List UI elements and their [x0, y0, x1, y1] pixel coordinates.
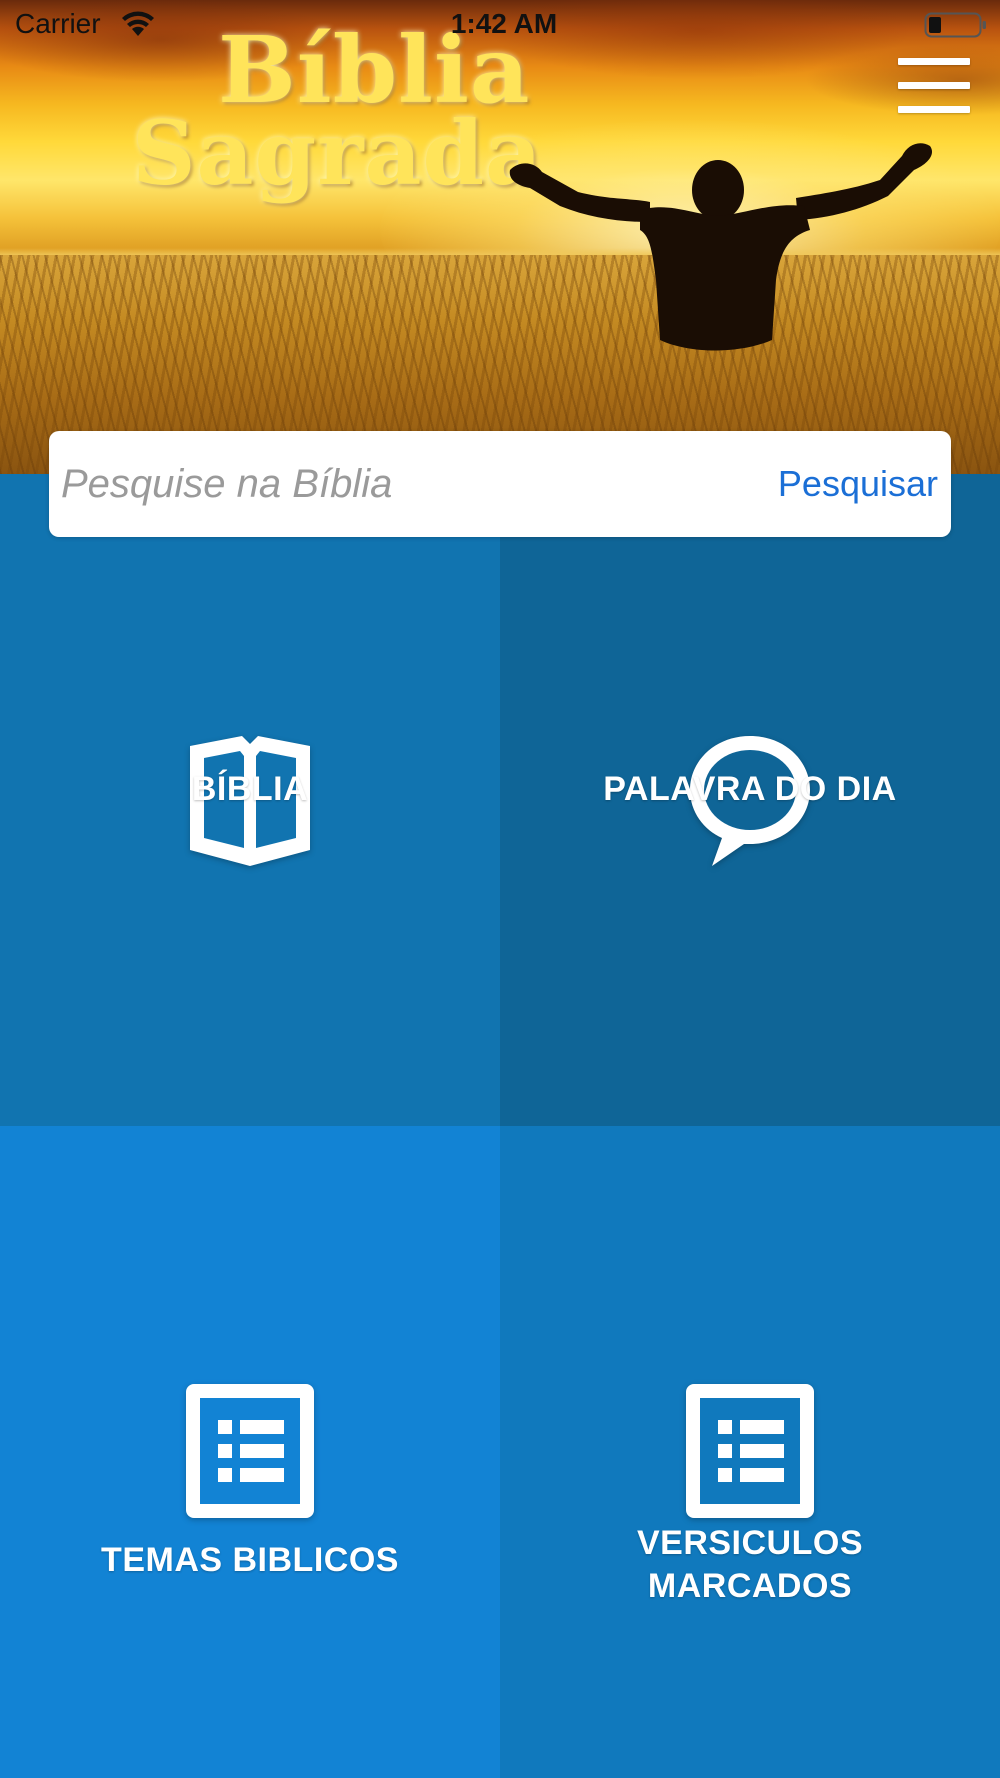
status-bar: Carrier 1:42 AM [0, 0, 1000, 50]
tile-versiculos-marcados[interactable]: VERSICULOS MARCADOS [500, 1126, 1000, 1778]
tile-temas-biblicos[interactable]: TEMAS BIBLICOS [0, 1126, 500, 1778]
person-silhouette [509, 143, 933, 351]
search-bar: Pesquisar [49, 431, 951, 537]
hero-banner: Bíblia Sagrada [0, 0, 1000, 474]
tile-versiculos-marcados-label: VERSICULOS MARCADOS [500, 1522, 1000, 1608]
clock: 1:42 AM [450, 8, 558, 39]
home-screen: Bíblia Sagrada Carrier 1:42 AM Pesquise … [0, 0, 1000, 1778]
tile-palavra-do-dia-label: PALAVRA DO DIA [603, 770, 897, 808]
tile-biblia[interactable]: BÍBLIA [0, 474, 500, 1126]
tile-temas-biblicos-label: TEMAS BIBLICOS [101, 1541, 399, 1579]
hamburger-menu-button[interactable] [896, 56, 972, 116]
tile-versiculos-marcados-line1: VERSICULOS [636, 1524, 864, 1562]
list-icon [186, 1384, 314, 1518]
tile-palavra-do-dia[interactable]: PALAVRA DO DIA [500, 474, 1000, 1126]
menu-bar-middle [898, 82, 970, 89]
menu-bar-bottom [898, 106, 970, 113]
list-icon [686, 1384, 814, 1518]
tile-versiculos-marcados-line2: MARCADOS [647, 1567, 853, 1605]
menu-bar-top [898, 58, 970, 65]
search-input[interactable] [61, 449, 761, 519]
tile-biblia-text: BÍBLIA [191, 770, 309, 808]
search-button[interactable]: Pesquisar [778, 459, 938, 509]
battery-icon [924, 12, 986, 38]
